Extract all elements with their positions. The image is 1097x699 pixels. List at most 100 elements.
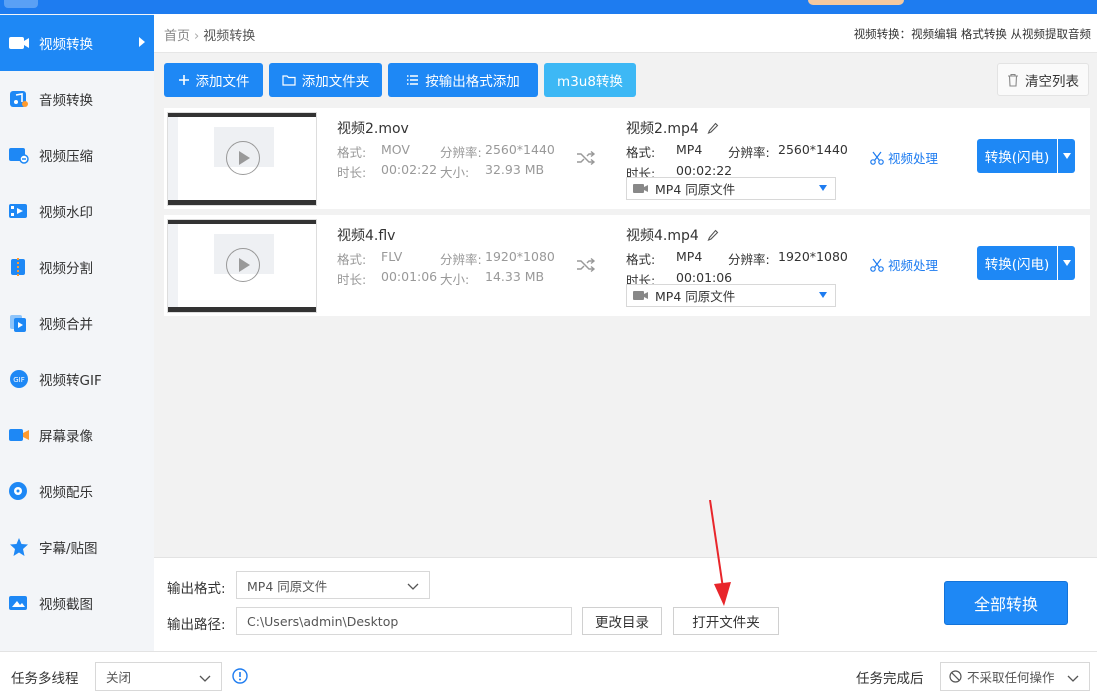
breadcrumb-home[interactable]: 首页 bbox=[164, 29, 190, 44]
status-bar: 任务多线程 关闭 任务完成后 不采取任何操作 bbox=[0, 651, 1097, 699]
sidebar-item-video-watermark[interactable]: 视频水印 bbox=[0, 183, 154, 239]
sidebar-item-video-split[interactable]: 视频分割 bbox=[0, 239, 154, 295]
format-label: 格式: bbox=[626, 145, 656, 160]
source-resolution: 2560*1440 bbox=[485, 142, 555, 157]
sidebar-item-video-merge[interactable]: 视频合并 bbox=[0, 295, 154, 351]
source-duration: 00:02:22 bbox=[381, 162, 438, 177]
file-row: 视频4.flv 格式: FLV 分辨率: 1920*1080 时长: 00:01… bbox=[164, 215, 1090, 316]
sidebar-item-video-gif[interactable]: GIF 视频转GIF bbox=[0, 351, 154, 407]
pencil-icon[interactable] bbox=[707, 122, 719, 135]
plus-icon bbox=[178, 74, 190, 86]
main-panel: 首页 › 视频转换 视频转换：视频编辑 格式转换 从视频提取音频 添加文件 添加文件… bbox=[154, 14, 1097, 557]
output-file-name[interactable]: 视频2.mp4 bbox=[626, 118, 719, 138]
sidebar-item-label: 音频转换 bbox=[39, 93, 93, 109]
video-process-link[interactable]: 视频处理 bbox=[870, 148, 938, 167]
source-format: MOV bbox=[381, 142, 410, 157]
sidebar-item-subtitle-sticker[interactable]: 字幕/贴图 bbox=[0, 519, 154, 575]
source-file-name: 视频2.mov bbox=[337, 121, 409, 137]
convert-all-label: 全部转换 bbox=[973, 595, 1038, 614]
caret-down-icon bbox=[819, 185, 827, 191]
video-convert-icon bbox=[8, 32, 30, 54]
open-folder-button[interactable]: 打开文件夹 bbox=[673, 607, 779, 635]
sidebar-item-label: 视频合并 bbox=[39, 317, 93, 333]
sidebar-item-video-music[interactable]: 视频配乐 bbox=[0, 463, 154, 519]
sidebar-item-audio-convert[interactable]: 音频转换 bbox=[0, 71, 154, 127]
video-gif-icon: GIF bbox=[8, 368, 30, 390]
subtitle-sticker-icon bbox=[8, 536, 30, 558]
output-resolution: 1920*1080 bbox=[778, 249, 848, 264]
output-preset-select[interactable]: MP4 同原文件 bbox=[626, 284, 836, 307]
sidebar-item-video-screenshot[interactable]: 视频截图 bbox=[0, 575, 154, 631]
after-task-label: 任务完成后 bbox=[856, 671, 924, 687]
screen-record-icon bbox=[8, 424, 30, 446]
output-file-name-text: 视频4.mp4 bbox=[626, 228, 699, 244]
play-icon[interactable] bbox=[226, 248, 260, 282]
duration-label: 时长: bbox=[337, 272, 367, 287]
pencil-icon[interactable] bbox=[707, 229, 719, 242]
output-path-field[interactable]: C:\Users\admin\Desktop bbox=[236, 607, 572, 635]
output-format-select[interactable]: MP4 同原文件 bbox=[236, 571, 430, 599]
open-folder-label: 打开文件夹 bbox=[692, 615, 760, 631]
output-duration: 00:01:06 bbox=[676, 270, 733, 285]
sidebar-item-label: 视频压缩 bbox=[39, 149, 93, 165]
source-format: FLV bbox=[381, 249, 403, 264]
sidebar-item-label: 字幕/贴图 bbox=[39, 541, 98, 557]
format-label: 格式: bbox=[337, 252, 367, 267]
convert-flash-button[interactable]: 转换(闪电) bbox=[977, 246, 1057, 280]
toolbar: 添加文件 添加文件夹 按输出格式添加 m3u8转换 清空列表 bbox=[154, 53, 1097, 108]
page-hint: 视频转换：视频编辑 格式转换 从视频提取音频 bbox=[853, 27, 1091, 41]
scissors-icon bbox=[870, 151, 884, 165]
video-camera-icon bbox=[633, 290, 649, 301]
video-compress-icon bbox=[8, 144, 30, 166]
clear-list-button[interactable]: 清空列表 bbox=[997, 63, 1089, 96]
chevron-down-icon bbox=[1067, 671, 1079, 686]
shuffle-icon bbox=[576, 150, 596, 170]
add-folder-button[interactable]: 添加文件夹 bbox=[269, 63, 382, 97]
output-preset-select[interactable]: MP4 同原文件 bbox=[626, 177, 836, 200]
info-icon[interactable] bbox=[232, 668, 248, 688]
chevron-down-icon bbox=[407, 579, 419, 594]
convert-flash-label: 转换(闪电) bbox=[984, 257, 1050, 273]
change-directory-button[interactable]: 更改目录 bbox=[582, 607, 662, 635]
sidebar-item-video-convert[interactable]: 视频转换 bbox=[0, 15, 154, 71]
sidebar-item-label: 视频转GIF bbox=[39, 373, 102, 389]
convert-options-dropdown[interactable] bbox=[1058, 246, 1075, 280]
output-file-name[interactable]: 视频4.mp4 bbox=[626, 225, 719, 245]
output-file-name-text: 视频2.mp4 bbox=[626, 121, 699, 137]
list-icon bbox=[406, 74, 419, 86]
sidebar-item-video-compress[interactable]: 视频压缩 bbox=[0, 127, 154, 183]
add-by-format-label: 按输出格式添加 bbox=[425, 74, 520, 90]
video-merge-icon bbox=[8, 312, 30, 334]
multithread-select[interactable]: 关闭 bbox=[95, 662, 222, 691]
file-row: 视频2.mov 格式: MOV 分辨率: 2560*1440 时长: 00:02… bbox=[164, 108, 1090, 209]
chevron-down-icon bbox=[199, 671, 211, 686]
video-thumbnail[interactable] bbox=[167, 112, 317, 206]
convert-all-button[interactable]: 全部转换 bbox=[944, 581, 1068, 625]
promo-badge[interactable] bbox=[808, 0, 904, 5]
output-duration: 00:02:22 bbox=[676, 163, 733, 178]
add-file-label: 添加文件 bbox=[195, 74, 250, 90]
video-watermark-icon bbox=[8, 200, 30, 222]
m3u8-convert-button[interactable]: m3u8转换 bbox=[544, 63, 636, 97]
video-camera-icon bbox=[633, 183, 649, 194]
add-by-format-button[interactable]: 按输出格式添加 bbox=[388, 63, 538, 97]
convert-flash-label: 转换(闪电) bbox=[984, 150, 1050, 166]
video-process-link[interactable]: 视频处理 bbox=[870, 255, 938, 274]
audio-convert-icon bbox=[8, 88, 30, 110]
sidebar-item-screen-record[interactable]: 屏幕录像 bbox=[0, 407, 154, 463]
title-bar bbox=[0, 0, 1097, 14]
video-music-icon bbox=[8, 480, 30, 502]
play-icon[interactable] bbox=[226, 141, 260, 175]
after-task-select[interactable]: 不采取任何操作 bbox=[940, 662, 1090, 691]
video-process-label: 视频处理 bbox=[888, 151, 939, 166]
folder-icon bbox=[282, 74, 296, 86]
breadcrumb-current: 视频转换 bbox=[203, 29, 256, 44]
caret-down-icon bbox=[819, 292, 827, 298]
video-thumbnail[interactable] bbox=[167, 219, 317, 313]
convert-flash-button[interactable]: 转换(闪电) bbox=[977, 139, 1057, 173]
source-resolution: 1920*1080 bbox=[485, 249, 555, 264]
convert-options-dropdown[interactable] bbox=[1058, 139, 1075, 173]
add-file-button[interactable]: 添加文件 bbox=[164, 63, 263, 97]
add-folder-label: 添加文件夹 bbox=[301, 74, 370, 90]
svg-text:GIF: GIF bbox=[13, 376, 25, 384]
